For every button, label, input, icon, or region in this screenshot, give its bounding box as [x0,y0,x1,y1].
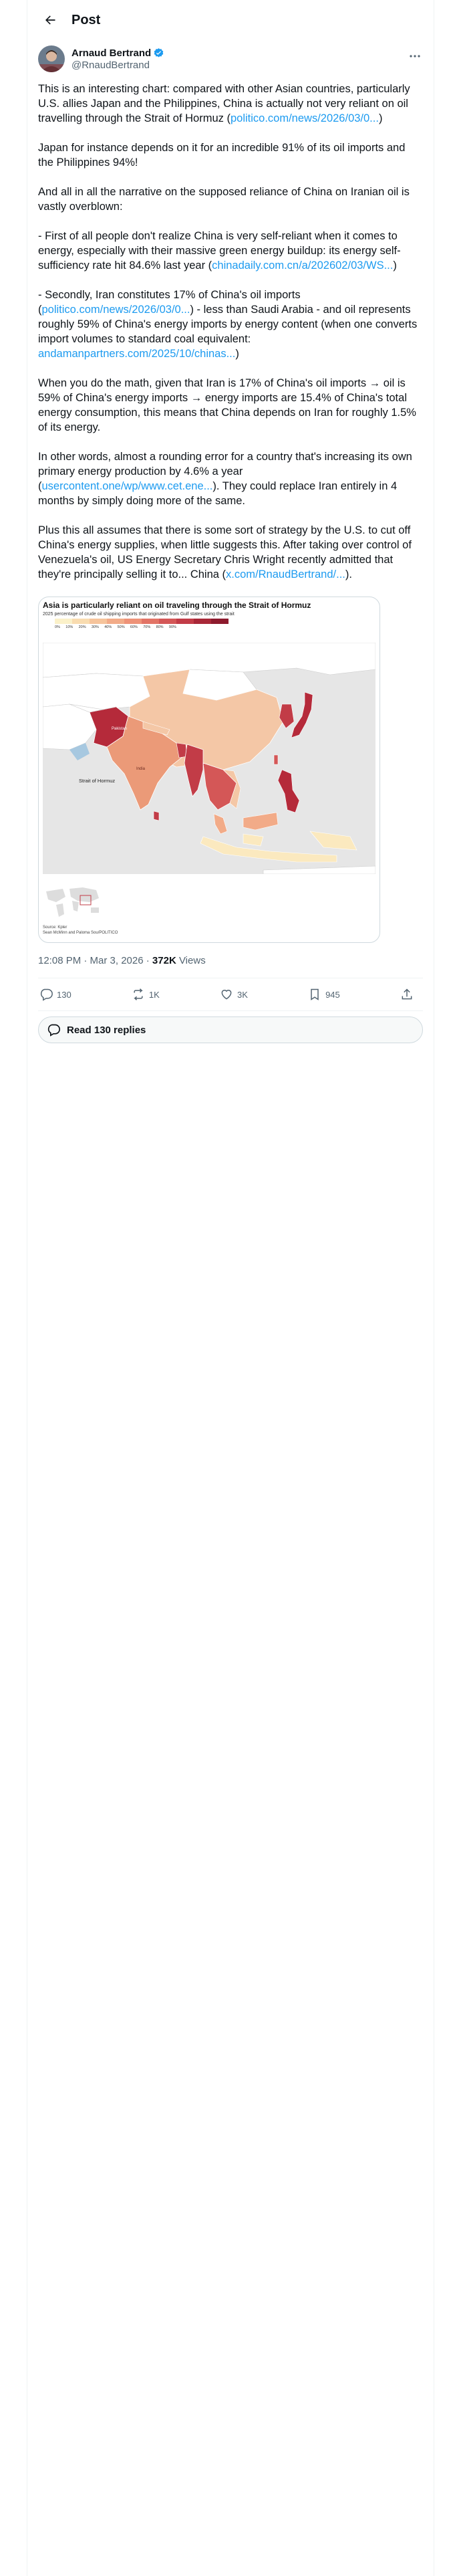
legend-swatch [211,619,229,624]
tweet-text-span: And all in all the narrative on the supp… [38,186,410,213]
reply-count: 130 [57,989,71,1000]
chat-bubble-icon [47,1024,60,1037]
tweet-text-span: ). [345,568,352,580]
tweet-text-span: ) [393,259,397,272]
share-button[interactable] [400,988,418,1001]
svg-text:Pakistan: Pakistan [112,727,127,731]
tweet-paragraph: When you do the math, given that Iran is… [38,376,423,435]
repost-button[interactable]: 1K [132,988,160,1001]
tweet-link[interactable]: politico.com/news/2026/03/0... [231,112,379,124]
tweet-paragraph: Japan for instance depends on it for an … [38,140,423,170]
post-meta: 12:08 PM · Mar 3, 2026 · 372K Views [27,943,434,978]
post-timestamp[interactable]: 12:08 PM · Mar 3, 2026 · [38,955,152,966]
legend-label: 60% [130,625,138,629]
repost-count: 1K [148,989,160,1000]
author-block: Arnaud Bertrand @RnaudBertrand [27,40,434,75]
header: Post [27,0,434,40]
reply-button[interactable]: 130 [39,988,71,1001]
legend-swatch [159,619,176,624]
bookmark-count: 945 [325,989,340,1000]
legend-label: 0% [55,625,60,629]
legend-swatch [142,619,159,624]
legend-swatch [124,619,142,624]
tweet-text-span: Plus this all assumes that there is some… [38,524,412,580]
legend-swatch [55,619,72,624]
world-inset-map [43,883,103,920]
tweet-image[interactable]: Asia is particularly reliant on oil trav… [38,597,380,943]
action-bar: 130 1K 3K 945 [27,978,434,1010]
svg-text:India: India [136,767,146,771]
back-button[interactable] [38,8,62,32]
legend-label: 20% [78,625,86,629]
arrow-left-icon [45,15,55,25]
tweet-paragraph: This is an interesting chart: compared w… [38,82,423,126]
tweet-text: This is an interesting chart: compared w… [27,75,434,582]
legend-label: 10% [65,625,73,629]
legend-label: 90% [168,625,176,629]
map-legend [55,619,229,624]
tweet-link[interactable]: andamanpartners.com/2025/10/chinas... [38,348,235,360]
tweet-paragraph: In other words, almost a rounding error … [38,449,423,508]
legend-label: 40% [104,625,112,629]
tweet-text-span: ) [235,348,239,360]
author-handle[interactable]: @RnaudBertrand [71,60,164,71]
views-label: Views [176,955,206,966]
author-name[interactable]: Arnaud Bertrand [71,47,151,59]
tweet-paragraph: - Secondly, Iran constitutes 17% of Chin… [38,288,423,361]
asia-map: Pakistan India [43,643,375,874]
tweet-text-span: ) [378,112,383,124]
legend-swatch [107,619,124,624]
tweet-link[interactable]: x.com/RnaudBertrand/... [226,568,345,580]
divider [38,1010,423,1011]
tweet-paragraph: And all in all the narrative on the supp… [38,185,423,214]
bookmark-button[interactable]: 945 [308,988,340,1001]
avatar[interactable] [38,45,65,72]
legend-label: 80% [156,625,164,629]
tweet-paragraph: Plus this all assumes that there is some… [38,523,423,582]
tweet-link[interactable]: usercontent.one/wp/www.cet.ene... [42,480,213,492]
share-icon [402,988,412,1000]
tweet-link[interactable]: chinadaily.com.cn/a/202602/03/WS... [212,259,393,272]
legend-swatch [194,619,211,624]
verified-icon [153,47,164,59]
source-line: Source: Kpler [43,926,67,930]
tweet-link[interactable]: politico.com/news/2026/03/0... [42,304,190,316]
map-subtitle: 2025 percentage of crude oil shipping im… [43,612,235,617]
more-options-button[interactable] [406,48,424,64]
tweet-paragraph: - First of all people don't realize Chin… [38,229,423,273]
legend-label: 70% [143,625,151,629]
legend-label: 30% [91,625,99,629]
more-dots-icon [410,55,420,58]
post-column: Post Arnaud Bertrand @RnaudBertrand This… [27,0,434,2576]
legend-swatch [90,619,107,624]
page-title: Post [71,12,101,27]
like-count: 3K [237,989,248,1000]
legend-swatch [72,619,90,624]
reply-icon [40,988,53,1001]
like-button[interactable]: 3K [220,988,248,1001]
map-title: Asia is particularly reliant on oil trav… [43,601,311,610]
legend-swatch [176,619,194,624]
read-replies-button[interactable]: Read 130 replies [38,1016,423,1043]
bookmark-icon [311,988,319,1000]
heart-icon [221,990,232,1000]
legend-label: 50% [117,625,125,629]
strait-label: Strait of Hormuz [79,778,116,784]
credit-line: Sean McMinn and Paloma Sou/POLITICO [43,931,118,935]
map-legend-labels: 0% 10% 20% 30% 40% 50% 60% 70% 80% 90% [55,625,176,629]
tweet-text-span: When you do the math, given that Iran is… [38,377,416,433]
map-source: Source: Kpler Sean McMinn and Paloma Sou… [43,925,118,936]
views-count: 372K [152,955,176,966]
repost-icon [134,988,143,1000]
read-replies-label: Read 130 replies [67,1024,146,1036]
tweet-text-span: Japan for instance depends on it for an … [38,142,406,169]
